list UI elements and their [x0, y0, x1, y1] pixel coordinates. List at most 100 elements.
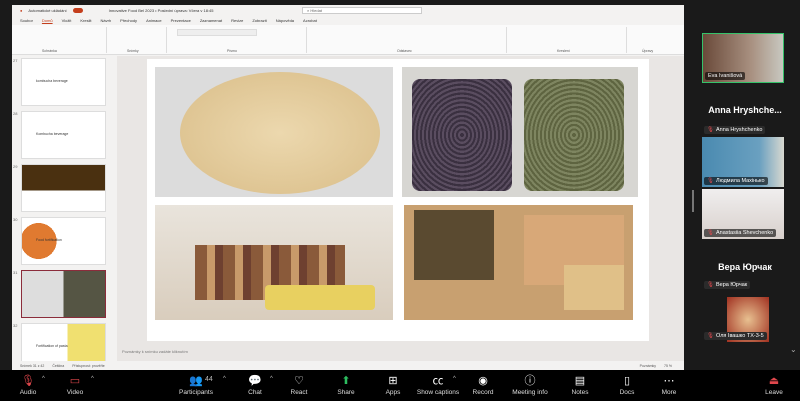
react-button[interactable]: ♡ React: [274, 373, 324, 396]
group-font: Písmo: [227, 49, 237, 53]
participant-count: 44: [205, 376, 213, 383]
participants-button-label: Participants: [179, 389, 213, 396]
group-drawing: Kreslení: [557, 49, 570, 53]
autosave-toggle[interactable]: [72, 7, 83, 13]
tab-12[interactable]: Acrobat: [303, 18, 317, 23]
video-tile[interactable]: Eva Ivanišová: [702, 33, 784, 83]
participant-tag: 🎙 Оля Івашко ТХ-3-5: [704, 332, 767, 340]
document-title: Innovative Food Bel 2023 • Poslední úpra…: [108, 7, 214, 13]
apps-icon: ⊞: [388, 375, 398, 387]
tab-8[interactable]: Zaznamenat: [200, 18, 222, 23]
slide-number: 27: [13, 58, 18, 63]
slide-editor: [117, 56, 684, 361]
thumbnail-title: Kombucha beverage: [36, 132, 69, 136]
group-paragraph: Odstavec: [397, 49, 412, 53]
video-tile[interactable]: 🎙 Людмила Махінько: [702, 137, 784, 187]
participants-icon: 👥: [189, 375, 203, 387]
autosave-label: Automatické ukládání: [28, 7, 67, 13]
tab-2[interactable]: Vložit: [62, 18, 72, 23]
search-input[interactable]: ⌕ Hledat: [302, 7, 422, 14]
video-tile[interactable]: 🎙 Anastasiia Shevchenko: [702, 189, 784, 239]
tab-9[interactable]: Revize: [231, 18, 243, 23]
chevron-up-icon[interactable]: ^: [42, 376, 45, 382]
photo-bread: [404, 205, 633, 320]
record-button[interactable]: ◉ Record: [458, 373, 508, 396]
tab-6[interactable]: Animace: [146, 18, 162, 23]
tab-1[interactable]: Domů: [42, 18, 53, 23]
tab-5[interactable]: Přechody: [120, 18, 137, 23]
group-clipboard: Schránka: [42, 49, 57, 53]
mic-muted-icon: 🎙: [707, 127, 714, 133]
language[interactable]: Čeština: [52, 364, 64, 368]
participant-display-name: Anna Hryshche...: [708, 105, 782, 115]
slide-thumbnails: 27 kombucha beverage 28 Kombucha beverage 29…: [12, 56, 117, 371]
captions-button-label: Show captions: [416, 389, 460, 396]
more-icon: ⋯: [663, 375, 675, 387]
photo-pasta: [402, 67, 638, 197]
more-button-label: More: [661, 389, 677, 396]
slide-thumbnail[interactable]: [21, 164, 106, 212]
record-button-label: Record: [472, 389, 494, 396]
slide-number: 29: [13, 164, 18, 169]
notes-pane[interactable]: Poznámky k snímku zadáte kliknutím: [122, 349, 188, 354]
tab-10[interactable]: Zobrazit: [252, 18, 266, 23]
share-button-label: Share: [337, 389, 355, 396]
tab-0[interactable]: Soubor: [20, 18, 33, 23]
font-select[interactable]: [177, 29, 257, 36]
slide-counter: Snímek 31 z 42: [20, 363, 45, 368]
meeting-info-button[interactable]: ⓘ Meeting info: [505, 373, 555, 396]
docs-button-label: Docs: [619, 389, 635, 396]
slide-thumbnail[interactable]: Kombucha beverage: [21, 111, 106, 159]
notes-icon: ▤: [574, 375, 586, 387]
thumbnail-title: Food fortification: [36, 238, 62, 242]
chat-button-label: Chat: [248, 389, 262, 396]
leave-icon: ⏏: [768, 375, 780, 387]
apps-button[interactable]: ⊞ Apps: [368, 373, 418, 396]
info-icon: ⓘ: [524, 375, 536, 387]
chevron-up-icon[interactable]: ^: [453, 376, 456, 382]
audio-button[interactable]: 🎙 Audio: [3, 373, 53, 396]
tab-3[interactable]: Kreslit: [80, 18, 91, 23]
participant-tag: 🎙 Anna Hryshchenko: [704, 126, 766, 134]
panel-resize-handle[interactable]: [692, 190, 694, 212]
slide-number: 32: [13, 323, 18, 328]
photo-products: [155, 205, 393, 320]
participants-button[interactable]: 👥 Participants: [171, 373, 221, 396]
more-button[interactable]: ⋯ More: [644, 373, 694, 396]
zoom-level[interactable]: 75 %: [664, 364, 672, 368]
current-slide[interactable]: [147, 59, 649, 341]
notes-button[interactable]: ▤ Notes: [555, 373, 605, 396]
react-button-label: React: [290, 389, 308, 396]
mic-muted-icon: 🎙: [707, 230, 714, 236]
accessibility-status[interactable]: Přístupnost: prověřte: [72, 364, 105, 368]
mic-muted-icon: 🎙: [707, 178, 714, 184]
chevron-up-icon[interactable]: ^: [91, 376, 94, 382]
scroll-down-icon[interactable]: ⌄: [790, 345, 797, 354]
leave-button[interactable]: ⏏ Leave: [749, 373, 799, 396]
photo-flatbread: [155, 67, 393, 197]
slide-thumbnail[interactable]: Food fortification: [21, 217, 106, 265]
apps-button-label: Apps: [385, 389, 401, 396]
participant-display-name: Вера Юрчак: [718, 262, 772, 272]
chevron-up-icon[interactable]: ^: [223, 376, 226, 382]
tab-11[interactable]: Nápověda: [276, 18, 294, 23]
meeting-toolbar: 🎙 Audio ▭ Video 👥 Participants 💬 Chat ♡ React ⬆ Sha…: [0, 370, 800, 401]
share-icon: ⬆: [341, 375, 351, 387]
share-button[interactable]: ⬆ Share: [321, 373, 371, 396]
participants-gallery: Eva Ivanišová Anna Hryshche... 🎙 Anna Hry…: [690, 0, 800, 370]
participant-tag: 🎙 Вера Юрчак: [704, 281, 751, 289]
mic-muted-icon: 🎙: [707, 333, 714, 339]
tab-7[interactable]: Prezentace: [171, 18, 191, 23]
notes-button[interactable]: Poznámky: [640, 364, 656, 368]
notes-button-label: Notes: [571, 389, 589, 396]
meeting-info-button-label: Meeting info: [512, 389, 548, 396]
tab-4[interactable]: Návrh: [100, 18, 111, 23]
mic-muted-icon: 🎙: [707, 282, 714, 288]
slide-thumbnail[interactable]: [21, 270, 106, 318]
leave-button-label: Leave: [765, 389, 783, 396]
slide-number: 28: [13, 111, 18, 116]
participant-name: Eva Ivanišová: [705, 72, 746, 80]
slide-thumbnail[interactable]: kombucha beverage: [21, 58, 106, 106]
chevron-up-icon[interactable]: ^: [270, 376, 273, 382]
mic-muted-icon: 🎙: [21, 375, 35, 387]
